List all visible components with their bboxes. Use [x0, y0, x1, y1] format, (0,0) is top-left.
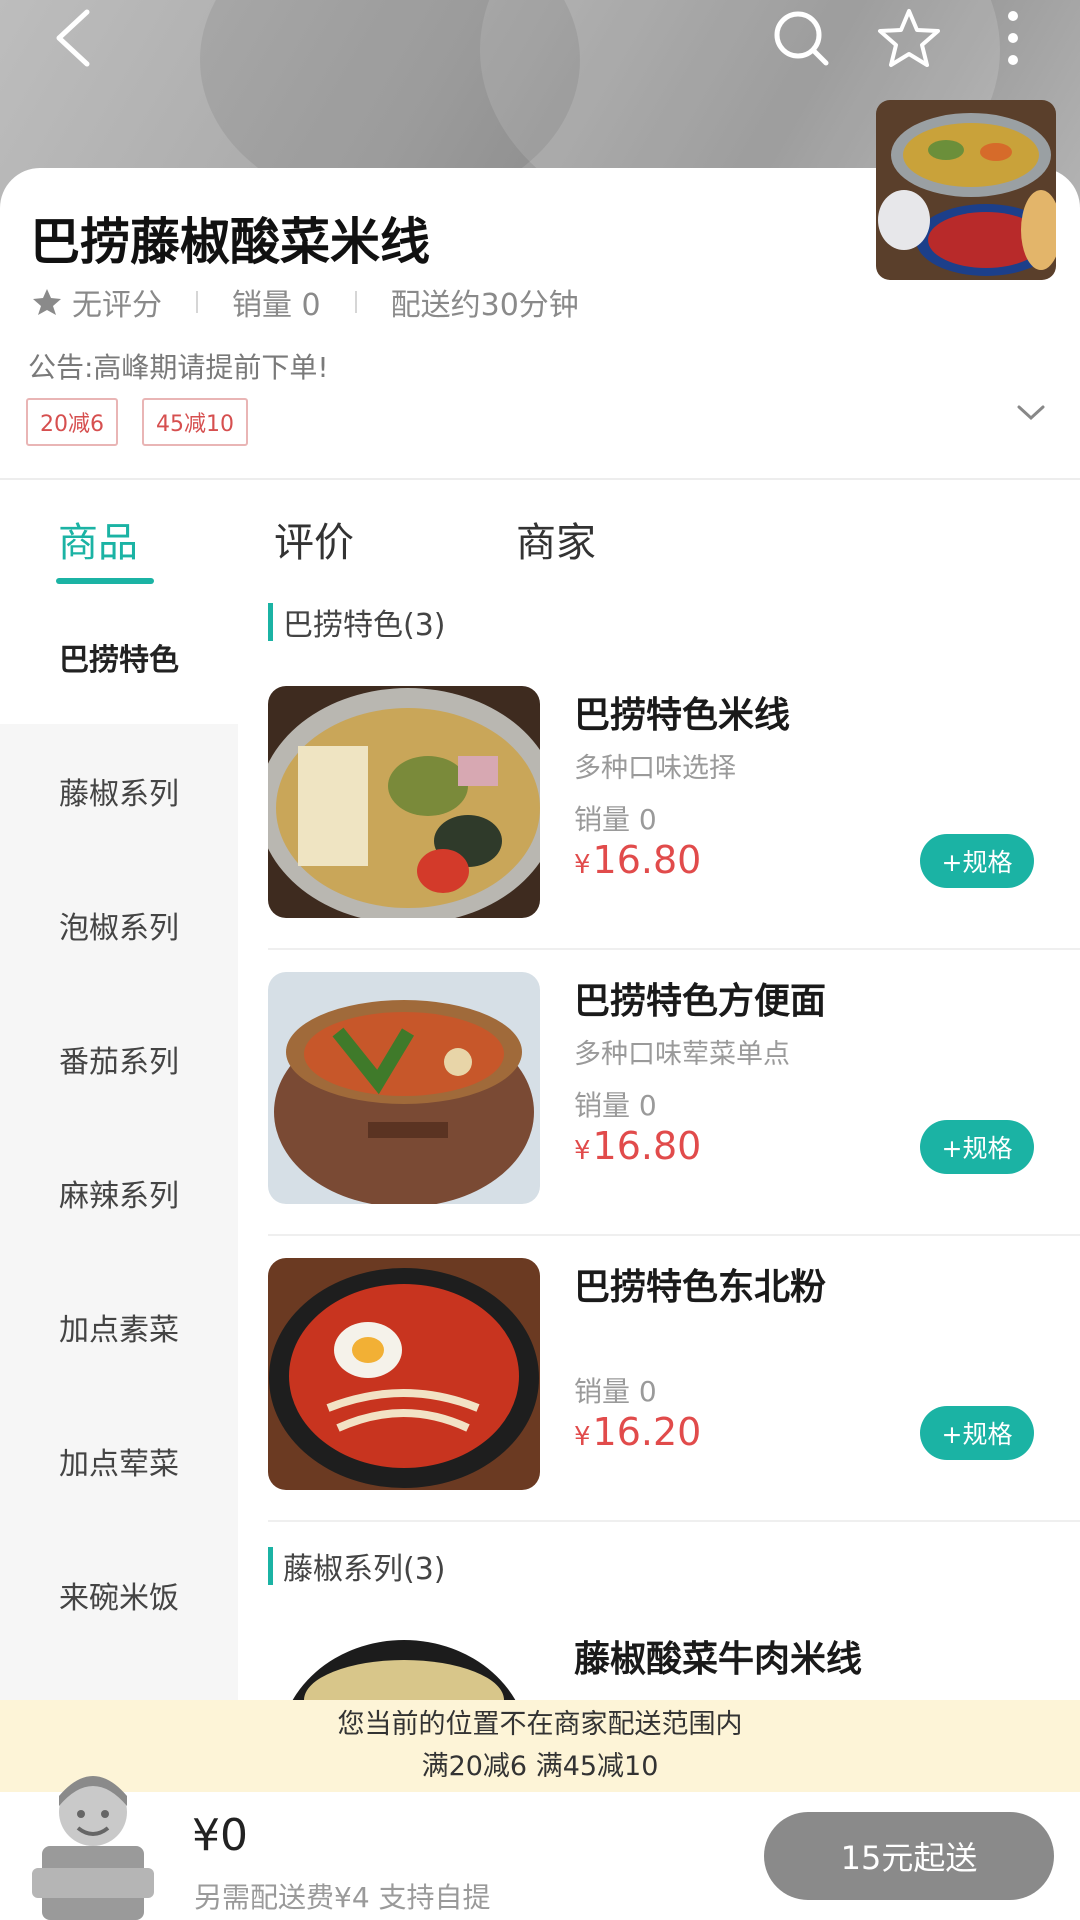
shop-meta: 无评分 销量 0 配送约30分钟 — [32, 280, 579, 324]
product-item[interactable]: 巴捞特色米线 多种口味选择 销量 0 ¥16.80 +规格 — [268, 686, 1080, 972]
shop-sales: 销量 0 — [232, 288, 321, 323]
category-item[interactable]: 麻辣系列 — [0, 1126, 238, 1260]
product-item[interactable]: 藤椒酸菜牛肉米线 — [268, 1630, 1080, 1700]
search-button[interactable] — [756, 0, 846, 76]
promo-tag: 45减10 — [142, 398, 248, 446]
cart-bar: ¥0 另需配送费¥4 支持自提 15元起送 — [0, 1792, 1080, 1920]
star-outline-icon — [878, 9, 940, 67]
product-sales: 销量 0 — [574, 1089, 657, 1122]
product-image — [268, 686, 540, 918]
section-title: 藤椒系列(3) — [283, 1552, 446, 1587]
section-title: 巴捞特色(3) — [283, 608, 446, 643]
more-vertical-icon — [1008, 11, 1018, 65]
product-price: ¥16.80 — [574, 838, 702, 882]
product-list[interactable]: 巴捞特色(3) 巴捞特色米线 多种口味选择 销量 0 ¥16.80 +规格 巴捞… — [238, 590, 1080, 1700]
delivery-range-banner: 您当前的位置不在商家配送范围内 满20减6 满45减10 — [0, 1700, 1080, 1792]
meta-divider — [354, 291, 357, 313]
section-header: 巴捞特色(3) — [268, 602, 446, 643]
category-item[interactable]: 加点荤菜 — [0, 1394, 238, 1528]
category-item[interactable]: 藤椒系列 — [0, 724, 238, 858]
product-price: ¥16.80 — [574, 1124, 702, 1168]
product-sales: 销量 0 — [574, 1375, 657, 1408]
promo-tags: 20减6 45减10 — [26, 398, 248, 446]
favorite-button[interactable] — [864, 0, 954, 76]
choose-spec-button[interactable]: +规格 — [920, 834, 1034, 888]
chevron-down-icon — [1017, 405, 1045, 421]
star-icon — [33, 289, 61, 315]
product-name: 巴捞特色方便面 — [574, 981, 827, 1022]
category-item[interactable]: 加点素菜 — [0, 1260, 238, 1394]
category-sidebar: 巴捞特色 藤椒系列 泡椒系列 番茄系列 麻辣系列 加点素菜 加点荤菜 来碗米饭 — [0, 590, 238, 1700]
product-description: 多种口味选择 — [574, 753, 736, 784]
tab-merchant[interactable]: 商家 — [516, 510, 596, 568]
product-image — [268, 1630, 540, 1700]
tab-reviews[interactable]: 评价 — [274, 510, 354, 568]
product-item[interactable]: 巴捞特色东北粉 销量 0 ¥16.20 +规格 — [268, 1258, 1080, 1544]
product-image — [268, 1258, 540, 1490]
delivery-fee-note: 另需配送费¥4 支持自提 — [194, 1881, 491, 1914]
shop-logo-image — [876, 100, 1056, 280]
category-item[interactable]: 来碗米饭 — [0, 1528, 238, 1662]
shop-notice: 公告:高峰期请提前下单! — [28, 351, 329, 384]
product-description: 多种口味荤菜单点 — [574, 1039, 790, 1070]
category-item[interactable]: 泡椒系列 — [0, 858, 238, 992]
tab-products[interactable]: 商品 — [58, 510, 138, 568]
shop-rating: 无评分 — [72, 288, 162, 323]
choose-spec-button[interactable]: +规格 — [920, 1406, 1034, 1460]
product-name: 巴捞特色米线 — [574, 695, 791, 736]
category-item[interactable]: 番茄系列 — [0, 992, 238, 1126]
product-sales: 销量 0 — [574, 803, 657, 836]
expand-button[interactable] — [1016, 404, 1046, 426]
back-button[interactable] — [28, 0, 118, 76]
banner-message: 您当前的位置不在商家配送范围内 — [337, 1709, 743, 1740]
search-icon — [774, 11, 829, 66]
shop-delivery-time: 配送约30分钟 — [390, 288, 579, 323]
product-price: ¥16.20 — [574, 1410, 702, 1454]
tab-bar: 商品 评价 商家 — [0, 480, 1080, 590]
shop-name: 巴捞藤椒酸菜米线 — [30, 213, 430, 271]
meta-divider — [196, 291, 198, 313]
product-image — [268, 972, 540, 1204]
tab-indicator — [56, 578, 154, 584]
banner-promos: 满20减6 满45减10 — [421, 1751, 659, 1782]
product-name: 巴捞特色东北粉 — [574, 1267, 827, 1308]
promo-tag: 20减6 — [26, 398, 118, 446]
cart-total: ¥0 — [192, 1810, 248, 1861]
chevron-left-icon — [56, 9, 90, 67]
more-button[interactable] — [968, 0, 1058, 76]
checkout-button[interactable]: 15元起送 — [764, 1812, 1054, 1900]
category-item[interactable]: 巴捞特色 — [0, 590, 238, 724]
choose-spec-button[interactable]: +规格 — [920, 1120, 1034, 1174]
product-name: 藤椒酸菜牛肉米线 — [574, 1639, 863, 1680]
section-header: 藤椒系列(3) — [268, 1546, 446, 1587]
product-item[interactable]: 巴捞特色方便面 多种口味荤菜单点 销量 0 ¥16.80 +规格 — [268, 972, 1080, 1258]
cart-icon[interactable] — [28, 1756, 158, 1920]
